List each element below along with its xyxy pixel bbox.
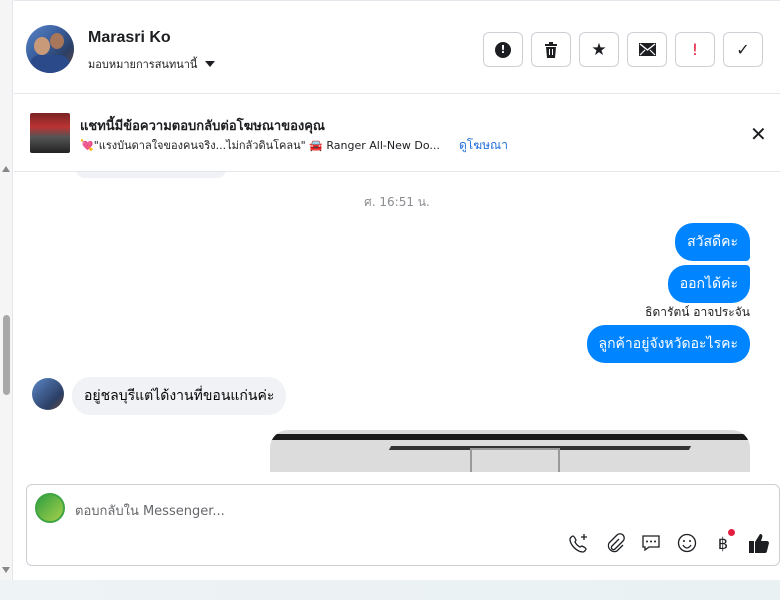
caret-down-icon	[205, 61, 216, 67]
message-thread[interactable]: ศ. 16:51 น. สวัสดีคะ ออกได้ค่ะ ธิดารัตน์…	[14, 172, 780, 472]
mark-spam-button[interactable]: !	[483, 32, 523, 67]
baht-glyph: ฿	[717, 533, 729, 553]
assign-label: มอบหมายการสนทนานี้	[88, 58, 198, 71]
phone-plus-icon[interactable]	[567, 531, 591, 555]
mark-done-button[interactable]: ✓	[723, 32, 763, 67]
baht-icon[interactable]: ฿	[711, 529, 735, 555]
scroll-thumb[interactable]	[3, 315, 10, 395]
ad-reply-banner: แชทนี้มีข้อความตอบกลับต่อโฆษณาของคุณ 💘"แ…	[14, 94, 780, 172]
scroll-down-arrow-icon[interactable]	[2, 567, 10, 573]
left-scrollbar[interactable]	[0, 0, 13, 580]
emoji-icon[interactable]	[675, 531, 699, 555]
star-button[interactable]: ★	[579, 32, 619, 67]
reply-composer: ตอบกลับใน Messenger... ฿	[26, 484, 780, 566]
close-icon[interactable]: ✕	[750, 122, 767, 146]
mark-unread-button[interactable]	[627, 32, 667, 67]
contact-avatar[interactable]	[26, 25, 74, 73]
message-timestamp: ศ. 16:51 น.	[364, 195, 430, 209]
conversation-header: Marasri Ko มอบหมายการสนทนานี้ ! ★ ! ✓	[14, 0, 780, 94]
notification-dot	[728, 529, 735, 536]
contact-avatar-small[interactable]	[32, 378, 64, 410]
scroll-up-arrow-icon[interactable]	[2, 166, 10, 172]
outgoing-message[interactable]: สวัสดีคะ	[675, 223, 750, 261]
outgoing-message[interactable]: ออกได้ค่ะ	[667, 265, 750, 303]
exclamation-icon: !	[691, 40, 699, 59]
check-icon: ✓	[736, 40, 750, 59]
page-footer-strip	[0, 580, 780, 600]
alert-circle-icon: !	[495, 41, 511, 58]
reply-input[interactable]: ตอบกลับใน Messenger...	[75, 500, 225, 521]
follow-up-button[interactable]: !	[675, 32, 715, 67]
paperclip-icon[interactable]	[603, 531, 627, 555]
ad-banner-subtitle: 💘"แรงบันดาลใจของคนจริง...ไม่กลัวดินโคลน"…	[80, 139, 440, 152]
sender-name: ธิดารัตน์ อาจประจัน	[645, 305, 750, 319]
page-avatar	[35, 493, 65, 523]
assign-conversation-dropdown[interactable]: มอบหมายการสนทนานี้	[88, 55, 216, 73]
star-icon: ★	[591, 39, 607, 60]
ad-banner-title: แชทนี้มีข้อความตอบกลับต่อโฆษณาของคุณ	[80, 119, 325, 134]
envelope-icon	[638, 43, 656, 56]
image-attachment[interactable]	[270, 430, 750, 472]
thumbs-up-icon[interactable]	[747, 531, 771, 555]
ad-thumbnail[interactable]	[30, 113, 70, 153]
chat-bubble-icon[interactable]	[639, 531, 663, 555]
contact-name[interactable]: Marasri Ko	[88, 29, 171, 47]
composer-toolbar: ฿	[567, 529, 771, 555]
view-ad-link[interactable]: ดูโฆษณา	[459, 136, 508, 155]
incoming-message[interactable]: อยู่ชลบุรีแต่ได้งานที่ขอนแก่นค่ะ	[72, 377, 287, 415]
trash-icon	[545, 41, 557, 58]
outgoing-message[interactable]: ลูกค้าอยู่จังหวัดอะไรคะ	[586, 325, 750, 363]
delete-button[interactable]	[531, 32, 571, 67]
previous-message-bubble	[76, 172, 226, 178]
